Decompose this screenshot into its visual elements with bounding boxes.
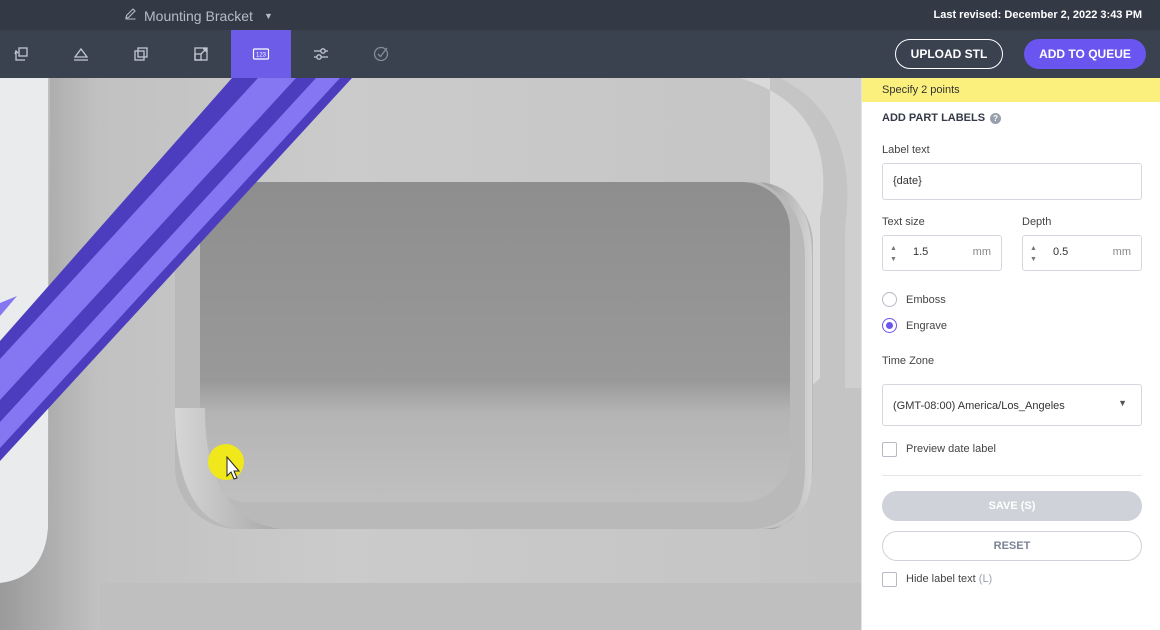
settings-sliders-icon xyxy=(314,48,328,60)
preview-date-label[interactable]: Preview date label xyxy=(906,443,996,455)
scale-icon xyxy=(194,47,208,61)
flat-face-icon xyxy=(73,47,89,61)
emboss-label[interactable]: Emboss xyxy=(906,294,946,306)
dropdown-arrow-icon: ▼ xyxy=(1118,398,1127,408)
last-revised-text: Last revised: December 2, 2022 3:43 PM xyxy=(933,9,1142,21)
tool-copies-button[interactable] xyxy=(111,30,171,78)
svg-text:123: 123 xyxy=(256,53,267,59)
tool-orient-button[interactable] xyxy=(0,30,51,78)
emboss-radio[interactable] xyxy=(882,292,897,307)
check-icon xyxy=(373,46,389,62)
document-title[interactable]: Mounting Bracket xyxy=(144,8,253,24)
tool-finish-button[interactable] xyxy=(351,30,411,78)
toolbar: 123 UPLOAD STL ADD TO QUEUE xyxy=(0,30,1160,78)
timezone-label: Time Zone xyxy=(882,355,935,367)
label-text-input[interactable]: {date} xyxy=(882,163,1142,200)
hide-label-text[interactable]: Hide label text (L) xyxy=(906,573,992,585)
timezone-select[interactable]: (GMT-08:00) America/Los_Angeles ▼ xyxy=(882,384,1142,426)
label-text-label: Label text xyxy=(882,144,930,156)
upload-stl-button[interactable]: UPLOAD STL xyxy=(895,39,1003,69)
engrave-label[interactable]: Engrave xyxy=(906,320,947,332)
shortcut-hint: (L) xyxy=(978,573,993,585)
part-render[interactable] xyxy=(0,78,861,630)
tool-settings-button[interactable] xyxy=(291,30,351,78)
text-size-stepper[interactable]: ▲ ▼ 1.5 mm xyxy=(882,235,1002,271)
depth-stepper[interactable]: ▲ ▼ 0.5 mm xyxy=(1022,235,1142,271)
caret-down-icon[interactable]: ▼ xyxy=(264,11,273,21)
spinner-arrows-icon[interactable]: ▲ ▼ xyxy=(890,243,897,265)
part-labels-panel: Specify 2 points ADD PART LABELS ? Label… xyxy=(861,78,1160,630)
tool-part-labels-button[interactable]: 123 xyxy=(231,30,291,78)
document-title-menu[interactable]: Mounting Bracket ▼ xyxy=(124,7,273,25)
tool-scale-button[interactable] xyxy=(171,30,231,78)
label-text-value: {date} xyxy=(893,175,922,187)
pencil-icon xyxy=(124,7,137,25)
model-viewport[interactable] xyxy=(0,78,861,630)
divider xyxy=(882,475,1142,476)
preview-date-checkbox[interactable] xyxy=(882,442,897,457)
hide-label-checkbox[interactable] xyxy=(882,572,897,587)
tool-flat-face-button[interactable] xyxy=(51,30,111,78)
reset-button[interactable]: RESET xyxy=(882,531,1142,561)
save-button[interactable]: SAVE (S) xyxy=(882,491,1142,521)
spinner-arrows-icon[interactable]: ▲ ▼ xyxy=(1030,243,1037,265)
timezone-value: (GMT-08:00) America/Los_Angeles xyxy=(893,400,1065,412)
text-size-label: Text size xyxy=(882,216,925,228)
add-to-queue-button[interactable]: ADD TO QUEUE xyxy=(1024,39,1146,69)
engrave-radio[interactable] xyxy=(882,318,897,333)
text-size-value: 1.5 xyxy=(913,246,929,258)
instruction-banner: Specify 2 points xyxy=(862,78,1160,102)
depth-unit: mm xyxy=(1112,246,1131,258)
help-icon[interactable]: ? xyxy=(990,112,1002,124)
orient-icon xyxy=(14,47,28,61)
depth-value: 0.5 xyxy=(1053,246,1069,258)
app-header: Mounting Bracket ▼ Last revised: Decembe… xyxy=(0,0,1160,30)
part-labels-icon: 123 xyxy=(252,48,270,60)
depth-label: Depth xyxy=(1022,216,1052,228)
section-title: ADD PART LABELS ? xyxy=(882,112,1002,124)
copies-icon xyxy=(134,47,148,61)
text-size-unit: mm xyxy=(972,246,991,258)
